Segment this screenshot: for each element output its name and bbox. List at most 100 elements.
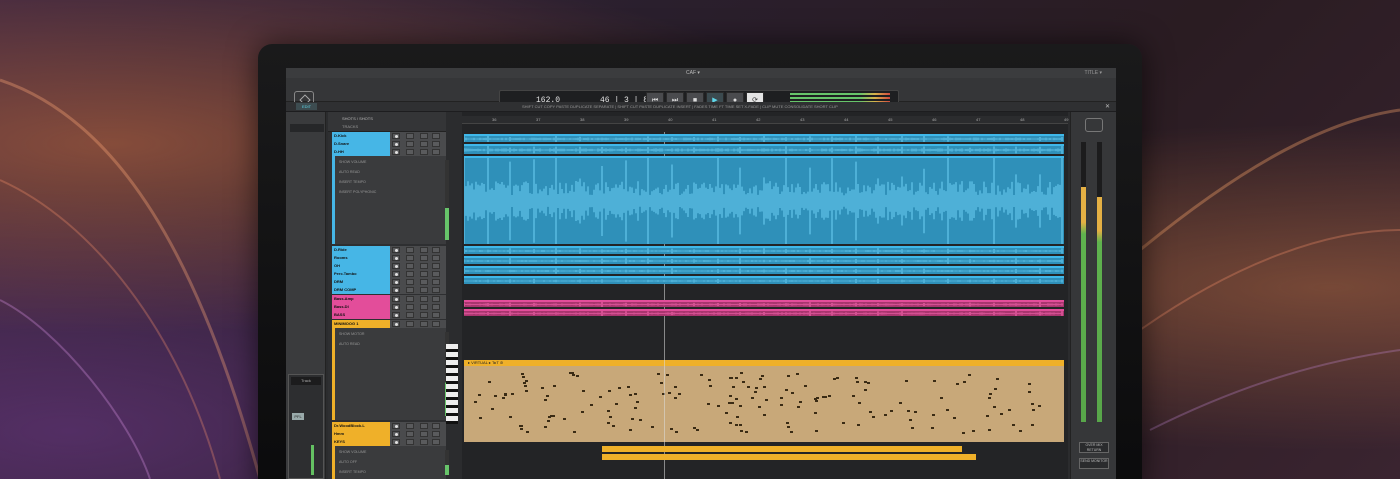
midi-note[interactable] (503, 393, 507, 396)
midi-note[interactable] (963, 380, 967, 383)
input-button[interactable] (432, 439, 440, 445)
midi-note[interactable] (751, 396, 755, 399)
midi-note[interactable] (739, 372, 743, 375)
midi-note[interactable] (735, 398, 739, 401)
track-name[interactable]: MINIMOOG 1 (332, 320, 390, 328)
midi-note[interactable] (478, 393, 482, 396)
midi-note[interactable] (932, 414, 936, 417)
track-name[interactable]: D.HH (332, 148, 390, 156)
send-monitor-button[interactable]: SEND MONITOR (1079, 458, 1109, 469)
midi-note[interactable] (607, 389, 611, 392)
midi-note[interactable] (665, 373, 669, 376)
midi-note[interactable] (731, 402, 735, 405)
solo-button[interactable] (406, 141, 414, 147)
solo-button[interactable] (406, 279, 414, 285)
record-arm-button[interactable] (392, 439, 400, 445)
midi-note[interactable] (491, 408, 495, 411)
midi-note[interactable] (762, 414, 766, 417)
solo-button[interactable] (406, 304, 414, 310)
midi-note[interactable] (607, 409, 611, 412)
midi-note[interactable] (911, 427, 915, 430)
midi-note[interactable] (669, 427, 673, 430)
midi-note[interactable] (971, 430, 975, 433)
solo-button[interactable] (406, 133, 414, 139)
solo-button[interactable] (406, 255, 414, 261)
midi-note[interactable] (724, 412, 728, 415)
record-arm-button[interactable] (392, 279, 400, 285)
midi-note[interactable] (835, 377, 839, 380)
midi-note[interactable] (656, 373, 660, 376)
midi-note[interactable] (785, 421, 789, 424)
midi-note[interactable] (755, 387, 759, 390)
track-param[interactable]: INSERT POLYPHONIC (339, 190, 376, 194)
track-param[interactable]: AUTO READ (339, 342, 360, 346)
midi-note[interactable] (955, 382, 959, 385)
midi-note[interactable] (992, 406, 996, 409)
midi-note[interactable] (987, 396, 991, 399)
track-name[interactable]: DRM COMP (332, 286, 390, 294)
midi-note[interactable] (630, 417, 634, 420)
midi-note[interactable] (732, 385, 736, 388)
midi-note[interactable] (598, 395, 602, 398)
midi-note[interactable] (758, 377, 762, 380)
midi-note[interactable] (1007, 409, 1011, 412)
solo-button[interactable] (406, 321, 414, 327)
track-param[interactable]: SHOW VOLUME (339, 450, 366, 454)
midi-note[interactable] (814, 411, 818, 414)
midi-note[interactable] (628, 429, 632, 432)
record-arm-button[interactable] (392, 312, 400, 318)
midi-note[interactable] (1028, 383, 1032, 386)
solo-button[interactable] (406, 312, 414, 318)
midi-note[interactable] (758, 405, 762, 408)
midi-note[interactable] (985, 415, 989, 418)
solo-button[interactable] (406, 439, 414, 445)
midi-note[interactable] (871, 416, 875, 419)
midi-note[interactable] (629, 393, 633, 396)
mute-button[interactable] (420, 287, 428, 293)
midi-note[interactable] (857, 401, 861, 404)
midi-note[interactable] (967, 373, 971, 376)
audio-clip-oh[interactable] (464, 266, 1064, 274)
midi-note[interactable] (544, 398, 548, 401)
audio-clip-woodblock[interactable] (602, 446, 962, 452)
solo-button[interactable] (406, 247, 414, 253)
midi-note[interactable] (707, 378, 711, 381)
mute-button[interactable] (420, 149, 428, 155)
midi-note[interactable] (614, 403, 618, 406)
audio-clip-ride[interactable] (464, 246, 1064, 254)
midi-note[interactable] (576, 375, 580, 377)
solo-button[interactable] (406, 263, 414, 269)
midi-note[interactable] (609, 416, 613, 419)
edit-tab[interactable]: EDIT (296, 103, 318, 110)
mute-button[interactable] (420, 133, 428, 139)
mute-button[interactable] (420, 271, 428, 277)
track-param[interactable]: INSERT TEMPO (339, 180, 366, 184)
strip-slot[interactable] (290, 124, 324, 132)
midi-note[interactable] (814, 400, 818, 403)
input-button[interactable] (432, 321, 440, 327)
midi-note[interactable] (1031, 424, 1035, 427)
midi-note[interactable] (904, 379, 908, 382)
midi-note[interactable] (866, 382, 870, 385)
input-button[interactable] (432, 271, 440, 277)
midi-note[interactable] (509, 416, 513, 419)
midi-note[interactable] (754, 390, 758, 393)
midi-note[interactable] (989, 392, 993, 395)
midi-note[interactable] (889, 410, 893, 413)
midi-note[interactable] (868, 410, 872, 413)
midi-note[interactable] (734, 423, 738, 426)
midi-note[interactable] (523, 384, 527, 387)
midi-note[interactable] (939, 396, 943, 399)
midi-note[interactable] (739, 430, 743, 433)
track-name[interactable]: Dr.WoodBlock.L (332, 422, 390, 430)
midi-note[interactable] (787, 426, 791, 429)
midi-note[interactable] (693, 427, 697, 430)
midi-note[interactable] (856, 381, 860, 384)
midi-note[interactable] (545, 395, 549, 398)
audio-clip-hmm[interactable] (602, 454, 976, 460)
record-arm-button[interactable] (392, 431, 400, 437)
midi-note[interactable] (735, 377, 739, 380)
midi-note[interactable] (833, 377, 837, 380)
midi-note[interactable] (511, 393, 515, 396)
midi-note[interactable] (617, 386, 621, 389)
